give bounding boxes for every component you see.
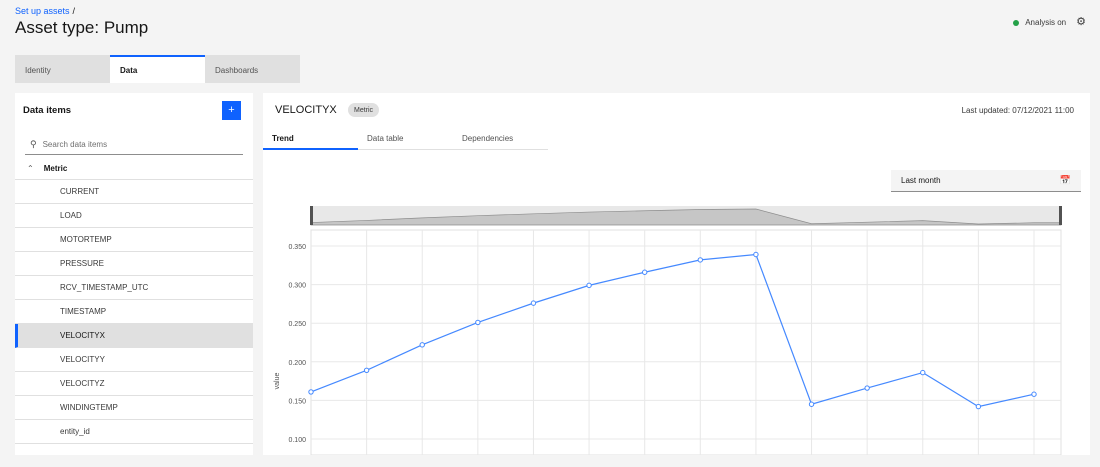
data-item-current[interactable]: CURRENT	[15, 180, 253, 204]
data-item-pressure[interactable]: PRESSURE	[15, 252, 253, 276]
data-point	[697, 257, 704, 263]
data-point	[753, 251, 759, 258]
data-point	[475, 319, 481, 326]
data-point	[808, 401, 815, 407]
tab-data[interactable]: Data	[110, 55, 205, 83]
data-item-velocityz[interactable]: VELOCITYZ	[15, 372, 253, 396]
breadcrumb: Set up assets /	[15, 6, 75, 16]
breadcrumb-separator: /	[72, 6, 76, 16]
y-tick-label: 0.350	[288, 244, 306, 251]
analysis-status-label: Analysis on	[1025, 18, 1067, 27]
overview-handle-left	[310, 206, 313, 225]
data-point	[586, 282, 592, 289]
data-point	[419, 342, 425, 348]
tab-identity[interactable]: Identity	[15, 55, 110, 83]
y-tick-label: 0.150	[288, 398, 306, 405]
data-point	[308, 389, 314, 395]
y-axis-label: value	[274, 373, 281, 390]
analysis-status: Analysis on ⚙	[1013, 17, 1086, 28]
add-data-item-button[interactable]: +	[222, 100, 241, 120]
status-dot-icon	[1013, 19, 1020, 26]
data-item-velocityy[interactable]: VELOCITYY	[15, 348, 253, 372]
data-item-rcv-timestamp-utc[interactable]: RCV_TIMESTAMP_UTC	[15, 276, 253, 300]
gear-icon[interactable]: ⚙	[1076, 17, 1086, 28]
data-point	[1031, 391, 1037, 397]
data-point	[920, 369, 926, 376]
y-tick-label: 0.250	[288, 321, 306, 328]
tab-dashboards[interactable]: Dashboards	[205, 55, 300, 83]
asset-tabs: Identity Data Dashboards	[15, 55, 300, 83]
trend-chart: 0.350 0.300 0.250 0.200 0.150 0.100 value	[274, 206, 1062, 455]
search-placeholder: Search data items	[42, 140, 108, 149]
search-input[interactable]: ⚲ Search data items	[25, 135, 243, 155]
data-item-windingtemp[interactable]: WINDINGTEMP	[15, 396, 253, 420]
y-tick-label: 0.300	[288, 283, 306, 290]
data-point	[864, 385, 870, 391]
y-tick-label: 0.200	[288, 360, 306, 367]
page-title: Asset type: Pump	[15, 18, 149, 37]
overview-handle-right	[1059, 206, 1062, 225]
data-items-panel: Data items + ⚲ Search data items ⌃ Metri…	[15, 93, 253, 455]
data-item-timestamp[interactable]: TIMESTAMP	[15, 300, 253, 324]
search-icon: ⚲	[30, 139, 37, 149]
data-point	[530, 300, 537, 306]
data-items-header: Data items +	[15, 93, 253, 127]
chevron-up-icon: ⌃	[27, 164, 34, 173]
data-point	[641, 269, 648, 275]
data-point	[975, 403, 982, 410]
data-item-velocityx[interactable]: VELOCITYX	[15, 324, 253, 348]
data-item-entity-id[interactable]: entity_id	[15, 420, 253, 444]
group-metric-label: Metric	[43, 164, 68, 173]
group-metric[interactable]: ⌃ Metric	[15, 158, 253, 180]
series-line-velocityx	[310, 253, 1035, 408]
y-tick-label: 0.100	[288, 437, 306, 444]
data-item-detail-panel: VELOCITYX Metric Last updated: 07/12/202…	[263, 93, 1090, 455]
breadcrumb-link-set-up-assets[interactable]: Set up assets	[15, 6, 70, 16]
data-item-load[interactable]: LOAD	[15, 204, 253, 228]
data-point	[363, 367, 370, 373]
data-items-title: Data items	[23, 104, 72, 116]
data-item-motortemp[interactable]: MOTORTEMP	[15, 228, 253, 252]
